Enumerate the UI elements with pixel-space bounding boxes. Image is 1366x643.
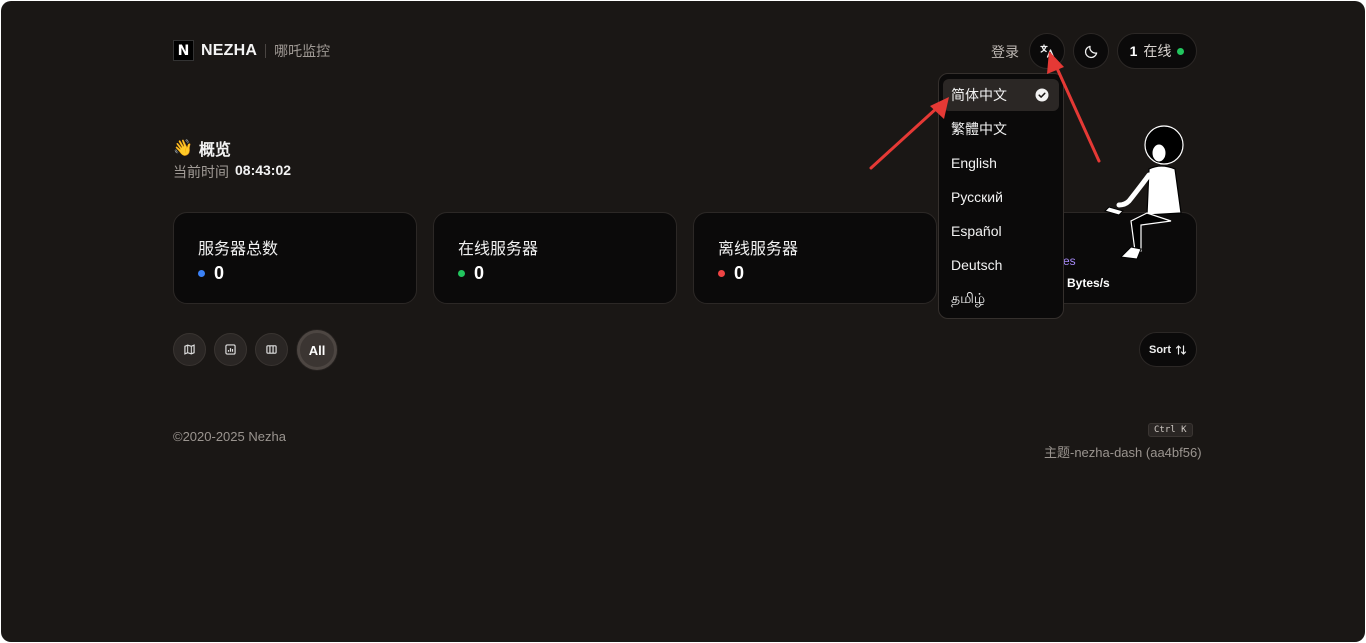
card-title: 在线服务器 (458, 241, 539, 258)
green-status-dot (458, 270, 465, 277)
columns-view-button[interactable] (255, 333, 288, 366)
red-status-dot (718, 270, 725, 277)
blue-status-dot (198, 270, 205, 277)
online-status-pill[interactable]: 1 在线 (1117, 33, 1197, 69)
language-option-en[interactable]: English (943, 147, 1059, 179)
chart-icon (225, 344, 236, 355)
overview-heading: 👋 概览 (173, 136, 231, 160)
online-servers-card[interactable]: 在线服务器 0 (433, 212, 677, 304)
traffic-value-fragment: 0 Bytes/s (1057, 276, 1110, 290)
language-option-label: 简体中文 (951, 87, 1007, 103)
offline-servers-card[interactable]: 离线服务器 0 (693, 212, 937, 304)
brand-subtitle: 哪吒监控 (274, 42, 331, 59)
language-option-label: Español (951, 223, 1002, 239)
language-option-ta[interactable]: தமிழ் (943, 283, 1059, 315)
language-option-es[interactable]: Español (943, 215, 1059, 247)
language-option-label: English (951, 155, 997, 171)
card-value: 0 (734, 263, 745, 283)
language-option-label: Deutsch (951, 257, 1003, 273)
theme-toggle-button[interactable] (1073, 33, 1109, 69)
language-option-zh-hans[interactable]: 简体中文 (943, 79, 1059, 111)
card-value-row: 0 (458, 263, 484, 284)
columns-icon (266, 345, 277, 354)
nezha-logo: N (173, 40, 194, 61)
online-count: 1 (1129, 43, 1138, 59)
language-option-ru[interactable]: Русский (943, 181, 1059, 213)
annotation-arrows (869, 51, 1101, 170)
all-filter-button[interactable]: All (297, 330, 337, 370)
brand-name: NEZHA (201, 41, 258, 59)
language-menu: 简体中文 繁體中文 English Русский Español Deutsc… (938, 73, 1064, 319)
traffic-label-fragment: es (1063, 254, 1076, 268)
brand-divider (265, 43, 267, 58)
map-icon (184, 344, 195, 355)
moon-icon (1084, 45, 1097, 58)
login-link[interactable]: 登录 (991, 42, 1019, 62)
language-option-de[interactable]: Deutsch (943, 249, 1059, 281)
waving-hand-icon: 👋 (173, 140, 193, 157)
language-option-label: 繁體中文 (951, 121, 1007, 137)
brand[interactable]: N NEZHA 哪吒监控 (173, 40, 330, 61)
total-servers-card[interactable]: 服务器总数 0 (173, 212, 417, 304)
person-sitting-illustration (1104, 125, 1184, 260)
sort-label: Sort (1149, 343, 1171, 356)
sort-arrows-icon (1175, 344, 1187, 355)
chart-view-button[interactable] (214, 333, 247, 366)
current-time-label: 当前时间 (173, 164, 229, 180)
card-value-row: 0 (198, 263, 224, 284)
theme-version-text: 主题-nezha-dash (aa4bf56) (1044, 445, 1202, 460)
command-shortcut-badge[interactable]: Ctrl K (1148, 423, 1193, 437)
card-title: 离线服务器 (718, 241, 799, 258)
card-value: 0 (474, 263, 485, 283)
language-option-zh-hant[interactable]: 繁體中文 (943, 113, 1059, 145)
card-value-row: 0 (718, 263, 744, 284)
overview-title: 概览 (198, 142, 231, 159)
card-value: 0 (214, 263, 225, 283)
copyright-text: ©2020-2025 Nezha (173, 429, 286, 444)
online-indicator-dot (1177, 47, 1185, 55)
app-window: N NEZHA 哪吒监控 登录 1 在线 👋 概览 当前时间 08:43:02 … (1, 1, 1365, 642)
map-view-button[interactable] (173, 333, 206, 366)
current-time-row: 当前时间 08:43:02 (173, 162, 291, 182)
language-button[interactable] (1029, 33, 1065, 69)
online-label: 在线 (1143, 43, 1172, 59)
check-circle-icon (1035, 88, 1049, 102)
sort-button[interactable]: Sort (1139, 332, 1197, 367)
translate-icon (1040, 44, 1055, 58)
current-time-value: 08:43:02 (235, 162, 292, 178)
card-title: 服务器总数 (198, 241, 279, 258)
language-option-label: Русский (951, 189, 1003, 205)
language-option-label: தமிழ் (951, 289, 986, 306)
